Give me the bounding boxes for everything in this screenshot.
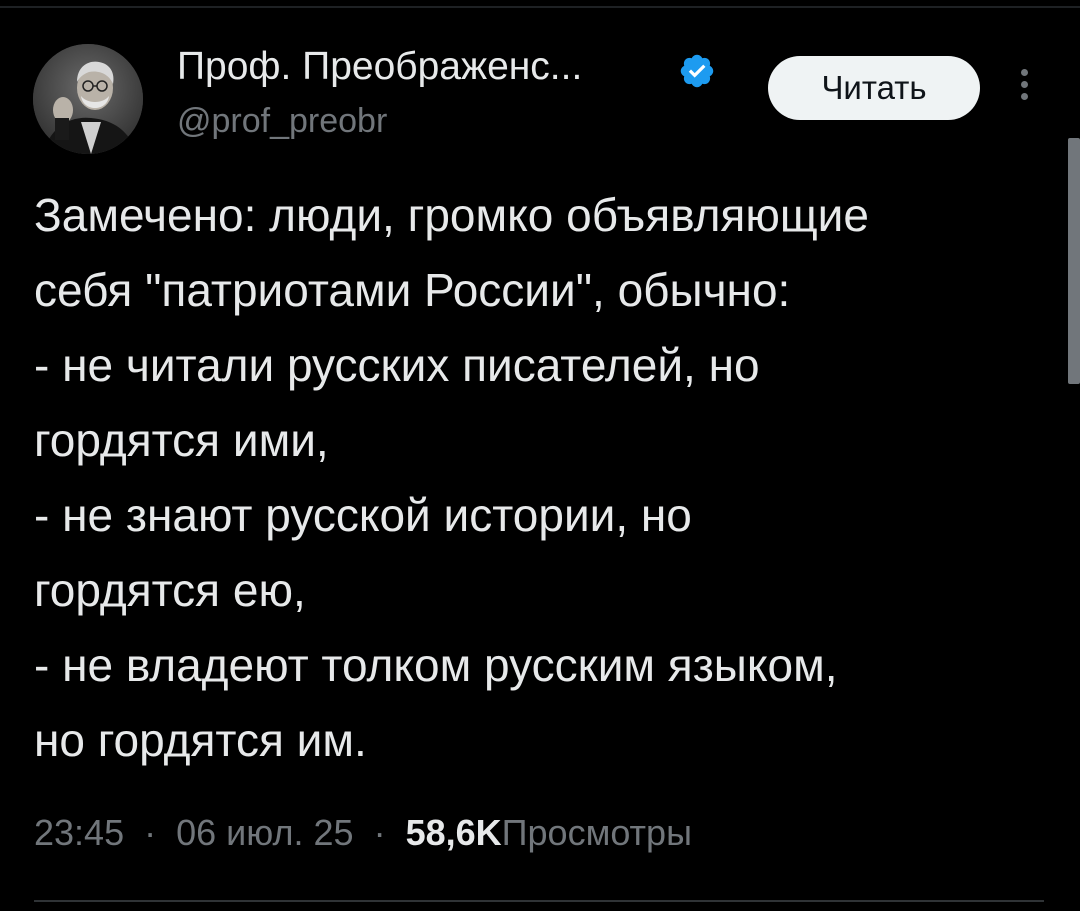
tweet-line: гордятся ею, [34, 564, 306, 616]
meta-separator: · [144, 812, 157, 853]
tweet-time[interactable]: 23:45 [34, 812, 124, 853]
verified-badge-icon [680, 54, 714, 88]
tweet-line: - не знают русской истории, но [34, 489, 692, 541]
tweet-text: Замечено: люди, громко объявляющие себя … [34, 178, 1054, 778]
tweet-line: - не читали русских писателей, но [34, 339, 760, 391]
meta-separator: · [373, 812, 386, 853]
tweet-line: Замечено: люди, громко объявляющие [34, 189, 869, 241]
more-vertical-icon[interactable] [1012, 66, 1036, 110]
views-label[interactable]: Просмотры [502, 812, 692, 853]
tweet-line: гордятся ими, [34, 414, 329, 466]
tweet-line: - не владеют толком русским языком, [34, 639, 838, 691]
tweet-meta: 23:45 · 06 июл. 25 · 58,6KПросмотры [34, 808, 692, 858]
bottom-divider [34, 900, 1044, 902]
avatar-photo [33, 44, 143, 154]
author-handle[interactable]: @prof_preobr [177, 99, 387, 143]
avatar[interactable] [33, 44, 143, 154]
more-dot [1020, 69, 1028, 76]
tweet-line: но гордятся им. [34, 714, 367, 766]
follow-button[interactable]: Читать [768, 56, 980, 120]
top-divider [0, 6, 1080, 8]
views-count[interactable]: 58,6K [406, 812, 502, 853]
scrollbar[interactable] [1068, 138, 1080, 384]
more-dot [1020, 93, 1028, 100]
tweet-date[interactable]: 06 июл. 25 [176, 812, 353, 853]
more-dot [1020, 81, 1028, 88]
author-display-name[interactable]: Проф. Преображенс... [177, 42, 582, 92]
tweet-line: себя "патриотами России", обычно: [34, 264, 791, 316]
